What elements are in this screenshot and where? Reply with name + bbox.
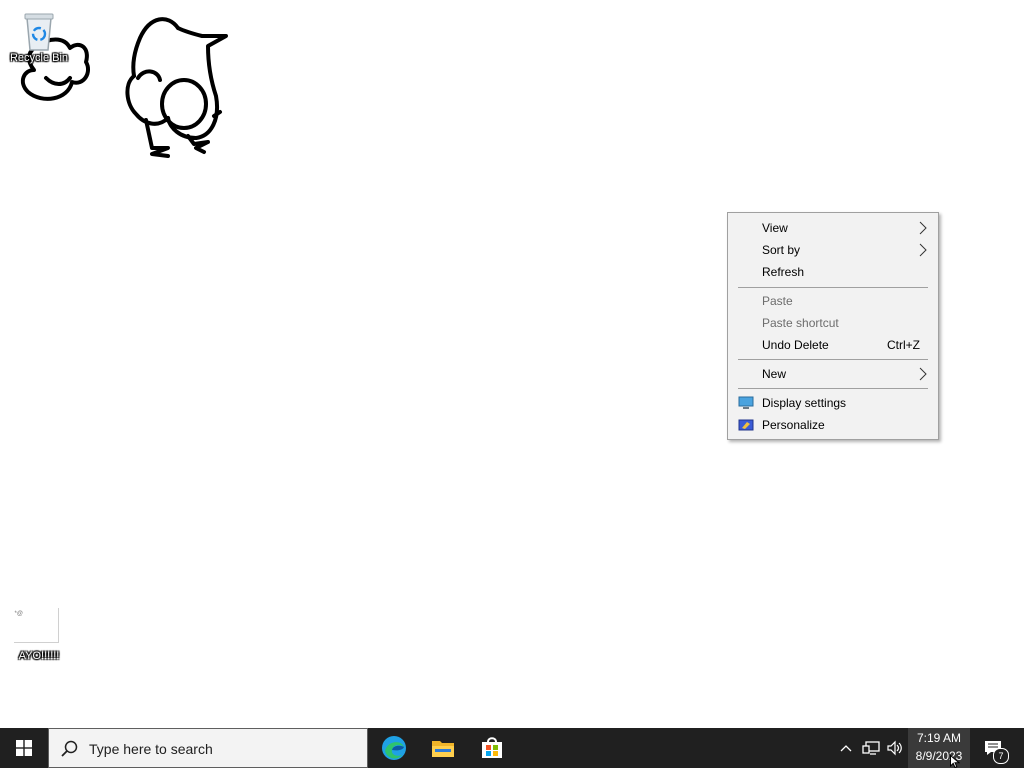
menu-shortcut: Ctrl+Z: [887, 338, 920, 352]
windows-logo-icon: [16, 740, 32, 756]
menu-item-new[interactable]: New: [728, 363, 938, 385]
clock-time: 7:19 AM: [916, 731, 962, 745]
personalize-icon: [738, 419, 754, 431]
volume-tray-button[interactable]: [884, 728, 906, 768]
edge-icon: [382, 736, 406, 760]
menu-separator: [738, 359, 928, 360]
taskbar-app-edge[interactable]: [370, 728, 418, 768]
ayo-file-shortcut[interactable]: *@ AYO!!!!!!: [8, 608, 70, 663]
desktop[interactable]: Recycle Bin *@ AYO!!!!!! View Sort by Re…: [0, 0, 1024, 728]
show-hidden-icons-button[interactable]: [836, 728, 856, 768]
mouse-cursor-icon: [950, 755, 960, 768]
menu-item-label: Undo Delete: [762, 338, 829, 352]
menu-item-label: Paste: [762, 294, 793, 308]
menu-item-label: View: [762, 221, 788, 235]
recycle-bin-label: Recycle Bin: [9, 52, 69, 64]
network-tray-button[interactable]: [860, 728, 882, 768]
menu-item-label: Display settings: [762, 396, 847, 410]
menu-item-personalize[interactable]: Personalize: [728, 414, 938, 436]
recycle-bin-shortcut[interactable]: Recycle Bin: [6, 8, 72, 65]
thumbnail-mark: *@: [14, 611, 23, 617]
file-explorer-icon: [432, 741, 454, 757]
start-button[interactable]: [0, 728, 48, 768]
menu-item-label: Personalize: [762, 418, 825, 432]
menu-item-sort-by[interactable]: Sort by: [728, 239, 938, 261]
chevron-up-icon: [840, 745, 852, 752]
menu-item-label: Sort by: [762, 243, 801, 257]
ayo-file-label: AYO!!!!!!: [18, 650, 60, 662]
chevron-right-icon: [919, 367, 927, 381]
taskbar-clock[interactable]: 7:19 AM 8/9/2023: [908, 728, 970, 768]
clock-date: 8/9/2023: [915, 749, 963, 763]
search-icon: [61, 740, 78, 757]
desktop-context-menu: View Sort by Refresh Paste Paste shortcu…: [727, 212, 939, 440]
recycle-bin-icon: [24, 13, 54, 51]
taskbar-app-file-explorer[interactable]: [419, 728, 467, 768]
store-icon: [482, 737, 502, 758]
menu-item-display-settings[interactable]: Display settings: [728, 392, 938, 414]
chevron-right-icon: [919, 243, 927, 257]
menu-separator: [738, 388, 928, 389]
menu-item-undo-delete[interactable]: Undo Delete Ctrl+Z: [728, 334, 938, 356]
search-placeholder: Type here to search: [89, 741, 213, 757]
menu-item-paste: Paste: [728, 290, 938, 312]
action-center-button[interactable]: 7: [978, 728, 1009, 768]
taskbar-search-box[interactable]: Type here to search: [48, 728, 368, 768]
network-icon: [862, 741, 880, 755]
taskbar: Type here to search 7:19 AM 8/9/2023 7: [0, 728, 1024, 768]
chevron-right-icon: [919, 221, 927, 235]
menu-item-paste-shortcut: Paste shortcut: [728, 312, 938, 334]
volume-icon: [887, 740, 902, 756]
menu-item-label: Refresh: [762, 265, 805, 279]
notification-count-badge: 7: [993, 748, 1009, 764]
menu-item-label: Paste shortcut: [762, 316, 839, 330]
menu-item-view[interactable]: View: [728, 217, 938, 239]
taskbar-app-store[interactable]: [468, 728, 516, 768]
file-thumbnail-icon: *@: [13, 608, 59, 643]
menu-item-label: New: [762, 367, 787, 381]
menu-item-refresh[interactable]: Refresh: [728, 261, 938, 283]
menu-separator: [738, 287, 928, 288]
display-icon: [738, 396, 754, 409]
